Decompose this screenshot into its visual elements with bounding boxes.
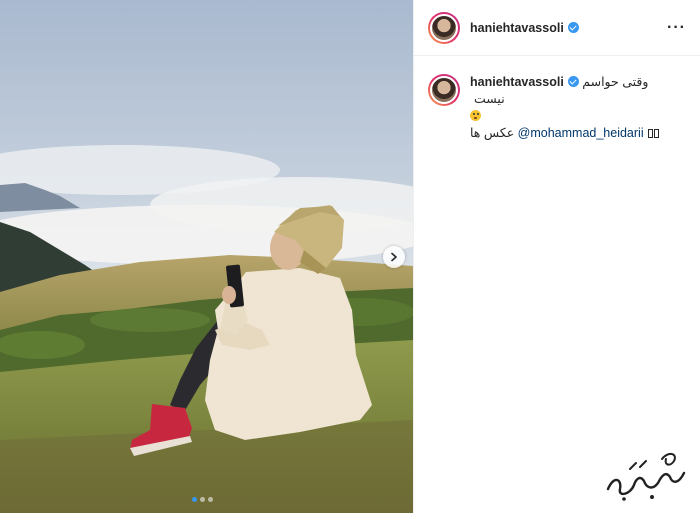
ellipsis-icon[interactable]: ··· xyxy=(667,19,686,37)
caption-row: haniehtavassoli وقتی حواسم نیست عکس ها @… xyxy=(414,56,700,142)
verified-badge-icon xyxy=(567,22,579,33)
carousel-dot xyxy=(208,497,213,502)
caption: haniehtavassoli وقتی حواسم نیست عکس ها @… xyxy=(470,74,686,142)
post-header: haniehtavassoli ··· xyxy=(414,0,700,56)
post-photo[interactable] xyxy=(0,0,413,513)
instagram-post: haniehtavassoli ··· haniehtavassoli وقتی… xyxy=(0,0,700,513)
chevron-right-icon xyxy=(391,252,397,262)
carousel-indicator xyxy=(192,497,213,502)
next-slide-button[interactable] xyxy=(383,246,405,268)
face-with-open-mouth-emoji-icon xyxy=(470,110,481,121)
avatar[interactable] xyxy=(428,11,460,44)
mention-link[interactable]: @mohammad_heidarii xyxy=(518,126,644,140)
verified-badge-icon xyxy=(567,76,579,87)
photo-scene xyxy=(0,0,413,513)
watermark-logo-icon xyxy=(606,453,686,501)
avatar-image xyxy=(430,76,458,104)
missing-glyph-icon xyxy=(648,129,654,138)
post-side-panel: haniehtavassoli ··· haniehtavassoli وقتی… xyxy=(413,0,700,513)
caption-suffix: عکس ها xyxy=(470,126,515,140)
avatar-image xyxy=(430,13,458,42)
caption-username-link[interactable]: haniehtavassoli xyxy=(470,75,564,89)
caption-avatar[interactable] xyxy=(428,74,460,106)
carousel-dot xyxy=(200,497,205,502)
missing-glyph-icon xyxy=(654,129,660,138)
username-link[interactable]: haniehtavassoli xyxy=(470,21,564,35)
carousel-dot-active xyxy=(192,497,197,502)
